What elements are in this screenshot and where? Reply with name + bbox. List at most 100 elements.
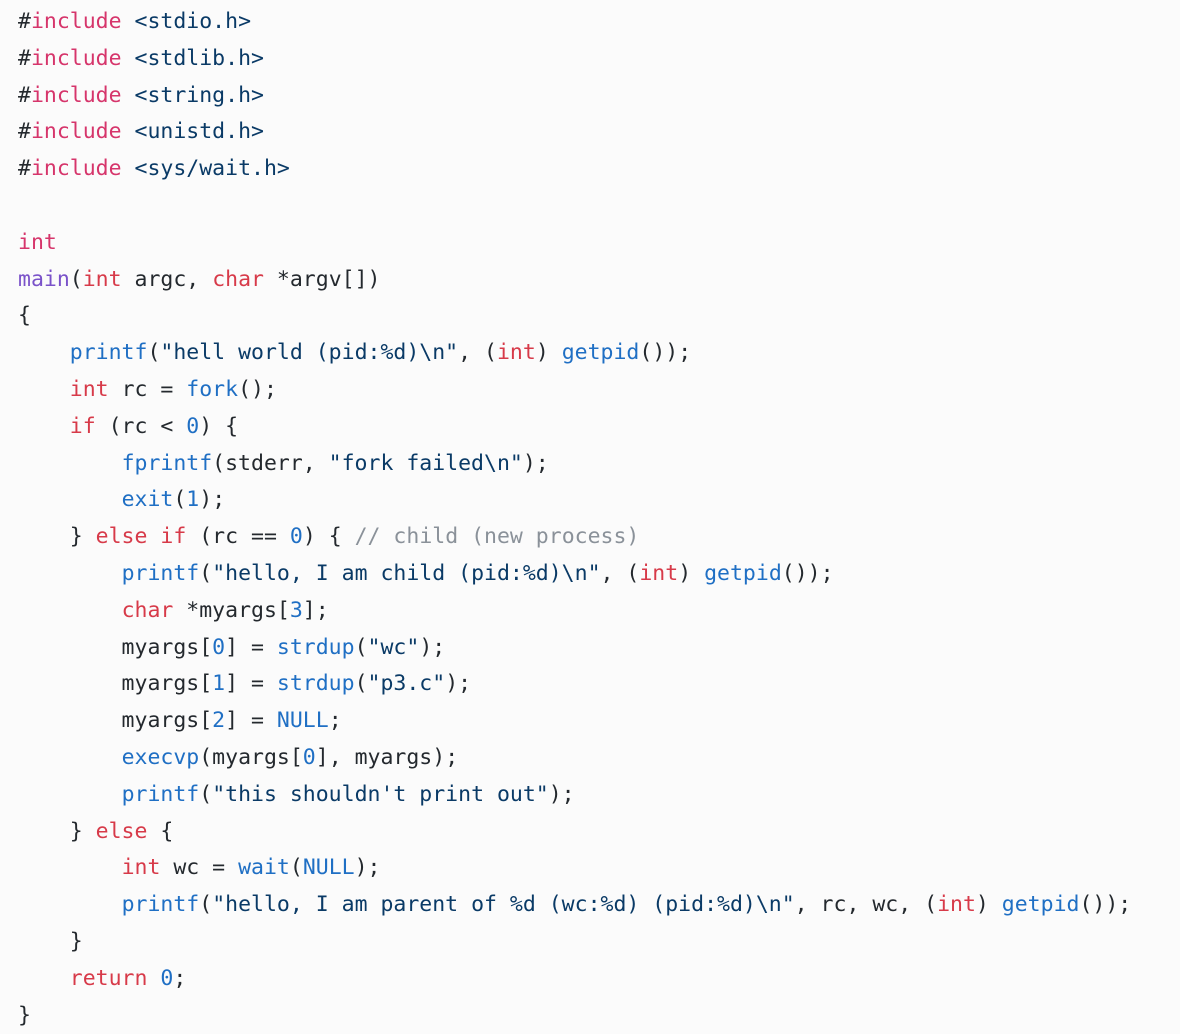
code-token-func: printf [121,560,200,586]
code-token-plain: (); [238,376,277,402]
code-token-func: printf [121,892,200,918]
code-token-plain: myargs[ [18,634,213,660]
code-token-comment: // child (new process) [354,524,640,550]
code-line: int rc = fork(); [18,372,1180,409]
code-token-plain: *argv[]) [263,266,381,292]
code-token-plain: { [147,818,174,844]
code-token-number: 0 [302,744,316,770]
code-token-plain: ); [445,671,472,697]
code-token-hash: # [18,82,31,108]
code-token-plain: ); [419,634,446,660]
code-token-plain: , ( [600,560,640,586]
code-token-func: fprintf [121,450,213,476]
code-line: main(int argc, char *argv[]) [18,262,1180,299]
code-token-func: wait [238,855,290,881]
code-token-kw2: int [82,266,122,292]
code-token-plain: myargs[ [18,671,213,697]
code-line: #include <stdlib.h> [18,41,1180,78]
code-token-plain: ; [328,708,342,734]
code-token-string: "hello, I am parent of %d (wc:%d) (pid:%… [212,892,795,918]
code-token-string: <stdio.h> [134,9,252,34]
code-line: exit(1); [18,482,1180,519]
code-token-punct: } [18,1002,31,1028]
code-line: fprintf(stderr, "fork failed\n"); [18,446,1180,483]
code-token-plain: ); [199,487,226,513]
code-token-plain: wc = [160,855,239,881]
code-line: myargs[2] = NULL; [18,703,1180,740]
code-line: execvp(myargs[0], myargs); [18,740,1180,777]
code-line: printf("hello, I am parent of %d (wc:%d)… [18,887,1180,924]
code-token-plain: (rc < [95,413,187,439]
code-token-plain: } [18,524,96,550]
code-line: myargs[1] = strdup("p3.c"); [18,666,1180,703]
code-line: int [18,225,1180,262]
code-token-kw2: char [212,266,264,292]
code-token-punct: ( [354,671,368,697]
code-token-kw2: int [639,560,679,586]
code-token-keyword: include [30,119,122,145]
code-token-plain: } [18,818,96,844]
code-token-string: <stdlib.h> [134,45,264,71]
code-token-plain: ) [678,560,705,586]
code-token-func: exit [121,487,174,513]
code-line: if (rc < 0) { [18,409,1180,446]
code-line: myargs[0] = strdup("wc"); [18,630,1180,667]
code-token-keyword: include [30,9,122,34]
code-token-punct: ( [173,487,187,513]
code-token-punct: ( [199,781,213,807]
code-token-plain: ); [522,450,549,476]
code-token-kw2: return [69,965,148,991]
code-listing[interactable]: #include <stdio.h> #include <stdlib.h> #in… [0,0,1180,1030]
code-token-number: 1 [186,487,200,513]
code-line: printf("this shouldn't print out"); [18,777,1180,814]
code-line: #include <sys/wait.h> [18,151,1180,188]
code-token-plain: (rc == [186,524,290,550]
code-token-const: NULL [302,855,355,881]
code-line: } else if (rc == 0) { // child (new proc… [18,519,1180,556]
code-token-number: 2 [212,708,226,734]
code-token-plain: ); [548,781,575,807]
code-line: printf("hell world (pid:%d)\n", (int) ge… [18,335,1180,372]
code-token-plain: , rc, wc, ( [794,892,938,918]
code-token-plain: ()); [781,560,834,586]
code-token-string: "wc" [367,634,420,660]
code-token-keyword: int [18,229,57,255]
code-token-hash: # [18,45,31,71]
code-token-func: getpid [561,340,640,366]
code-token-punct: ( [199,892,213,918]
code-line: #include <stdio.h> [18,4,1180,41]
code-token-plain: (stderr, [212,450,329,476]
code-token-kw2: int [121,855,161,881]
code-token-kw2: char [121,597,174,623]
code-token-number: 0 [186,413,200,439]
code-line: } [18,924,1180,961]
code-line: int wc = wait(NULL); [18,850,1180,887]
code-token-plain: } [18,928,83,954]
code-token-plain: *myargs[ [173,597,290,623]
code-token-plain: ) { [199,413,239,439]
code-token-punct: ( [289,855,303,881]
code-token-number: 3 [289,597,303,623]
code-line: return 0; [18,961,1180,998]
code-token-keyword: include [30,82,122,108]
code-line: char *myargs[3]; [18,593,1180,630]
code-token-number: 0 [212,634,226,660]
code-token-plain: ] = [225,671,277,697]
code-token-string: <string.h> [134,82,264,108]
code-line: printf("hello, I am child (pid:%d)\n", (… [18,556,1180,593]
code-token-string: "this shouldn't print out" [212,781,549,807]
code-token-number: 1 [212,671,226,697]
